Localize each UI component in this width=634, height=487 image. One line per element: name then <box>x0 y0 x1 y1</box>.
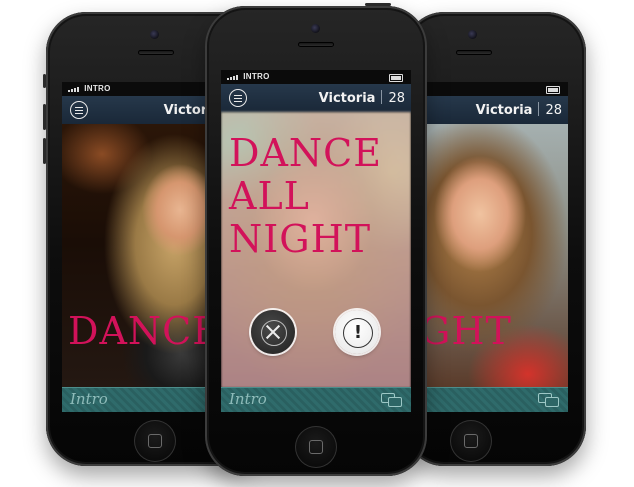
earpiece-speaker <box>138 50 174 55</box>
profile-age: 28 <box>545 103 562 118</box>
headline-line-2: ALL <box>229 174 310 218</box>
earpiece-speaker <box>298 42 334 47</box>
stage: INTRO Victoria 28 DANCE Intro <box>0 0 634 487</box>
volume-up-button <box>43 104 46 130</box>
intro-card: DANCE ALL NIGHT ! <box>221 112 411 388</box>
intro-headline: DANCE ALL NIGHT <box>229 132 382 261</box>
headline-line-3: NIGHT <box>229 217 372 261</box>
signal-icon <box>227 71 239 85</box>
battery-icon <box>389 74 403 82</box>
divider <box>538 102 540 116</box>
volume-down-button <box>43 138 46 164</box>
status-bar <box>408 82 568 96</box>
screen-right: Victoria 28 IGHT <box>408 82 568 412</box>
footer-bar <box>408 387 568 412</box>
home-button[interactable] <box>450 420 492 462</box>
status-bar: INTRO <box>221 70 411 84</box>
dismiss-button[interactable] <box>251 310 295 354</box>
screen-center: INTRO Victoria 28 DANCE ALL NIGHT ! Intr… <box>221 70 411 412</box>
footer-logo: Intro <box>229 390 267 408</box>
exclamation-icon: ! <box>343 318 373 348</box>
chat-bubbles-icon[interactable] <box>538 393 560 407</box>
menu-icon[interactable] <box>229 89 247 107</box>
footer-logo: Intro <box>70 390 108 408</box>
profile-header: Victoria 28 <box>319 90 405 107</box>
front-camera <box>150 30 159 39</box>
profile-name: Victoria <box>318 91 376 106</box>
profile-photo[interactable]: IGHT <box>408 124 568 388</box>
menu-icon[interactable] <box>70 101 88 119</box>
power-button <box>365 3 391 6</box>
front-camera <box>468 30 477 39</box>
footer-bar: Intro <box>221 387 411 412</box>
close-icon <box>264 323 282 341</box>
phone-center: INTRO Victoria 28 DANCE ALL NIGHT ! Intr… <box>205 3 427 476</box>
mute-switch <box>43 74 46 88</box>
battery-icon <box>546 86 560 94</box>
divider <box>381 90 383 104</box>
profile-header: Victoria 28 <box>476 102 562 119</box>
front-camera <box>311 24 320 33</box>
top-bar: Victoria 28 <box>408 96 568 125</box>
profile-age: 28 <box>388 91 405 106</box>
earpiece-speaker <box>456 50 492 55</box>
top-bar: Victoria 28 <box>221 84 411 113</box>
chat-bubbles-icon[interactable] <box>381 393 403 407</box>
overlay-text: DANCE <box>68 309 221 353</box>
flag-button[interactable]: ! <box>335 310 379 354</box>
profile-name: Victoria <box>475 103 533 118</box>
phone-right: Victoria 28 IGHT <box>404 12 586 466</box>
home-button[interactable] <box>134 420 176 462</box>
home-button[interactable] <box>295 426 337 468</box>
carrier-label: INTRO <box>243 72 270 81</box>
carrier-label: INTRO <box>84 84 111 93</box>
signal-icon <box>68 83 80 97</box>
headline-line-1: DANCE <box>229 131 382 175</box>
